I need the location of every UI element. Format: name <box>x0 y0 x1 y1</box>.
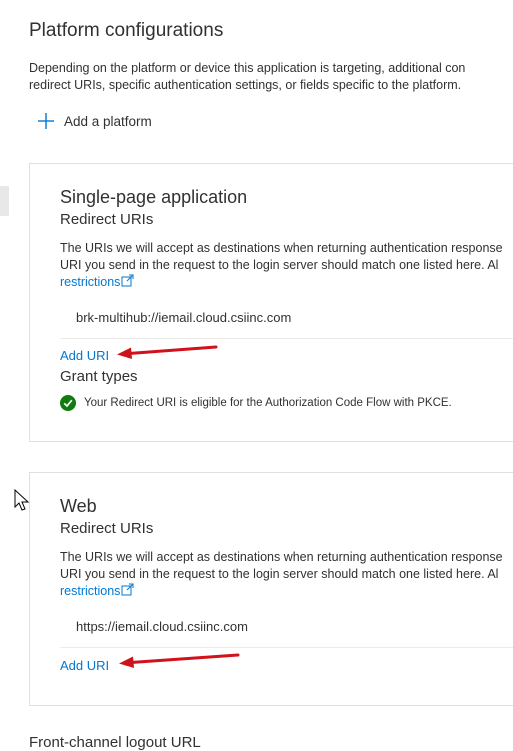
spa-redirect-uris-heading: Redirect URIs <box>60 211 154 228</box>
web-add-uri-link[interactable]: Add URI <box>60 658 109 673</box>
spa-description-line2: URI you send in the request to the login… <box>60 258 499 272</box>
spa-platform-card: Single-page application Redirect URIs Th… <box>29 163 513 442</box>
external-link-icon <box>121 274 134 287</box>
web-redirect-uris-heading: Redirect URIs <box>60 520 154 537</box>
spa-add-uri-link[interactable]: Add URI <box>60 348 109 363</box>
page-title: Platform configurations <box>29 20 224 41</box>
mouse-cursor-icon <box>14 489 30 511</box>
spa-restrictions-link[interactable]: restrictions <box>60 275 120 289</box>
left-pane-stub <box>0 186 9 216</box>
web-redirect-uri-value: https://iemail.cloud.csiinc.com <box>76 619 248 634</box>
web-card-title: Web <box>60 496 97 516</box>
web-restrictions-row: restrictions <box>60 583 134 600</box>
web-redirect-uri-row[interactable]: https://iemail.cloud.csiinc.com <box>60 613 513 648</box>
external-link-icon <box>121 583 134 596</box>
annotation-arrow <box>119 653 240 668</box>
plus-icon <box>38 113 54 129</box>
add-platform-label: Add a platform <box>64 113 152 129</box>
page-description-line2: redirect URIs, specific authentication s… <box>29 78 462 92</box>
spa-description-line1: The URIs we will accept as destinations … <box>60 241 503 255</box>
add-platform-button[interactable]: Add a platform <box>36 110 152 132</box>
spa-card-title: Single-page application <box>60 187 248 207</box>
spa-grant-status: Your Redirect URI is eligible for the Au… <box>60 395 452 411</box>
spa-redirect-uri-value: brk-multihub://iemail.cloud.csiinc.com <box>76 310 292 325</box>
success-check-icon <box>60 395 76 411</box>
spa-restrictions-row: restrictions <box>60 274 134 291</box>
annotation-arrow <box>117 345 218 359</box>
spa-grant-types-heading: Grant types <box>60 368 138 385</box>
web-description-line2: URI you send in the request to the login… <box>60 567 499 581</box>
web-platform-card: Web Redirect URIs The URIs we will accep… <box>29 472 513 706</box>
web-restrictions-link[interactable]: restrictions <box>60 584 120 598</box>
web-description-line1: The URIs we will accept as destinations … <box>60 550 503 564</box>
spa-redirect-uri-row[interactable]: brk-multihub://iemail.cloud.csiinc.com <box>60 304 513 339</box>
spa-grant-message: Your Redirect URI is eligible for the Au… <box>84 397 452 409</box>
page-description-line1: Depending on the platform or device this… <box>29 61 466 75</box>
